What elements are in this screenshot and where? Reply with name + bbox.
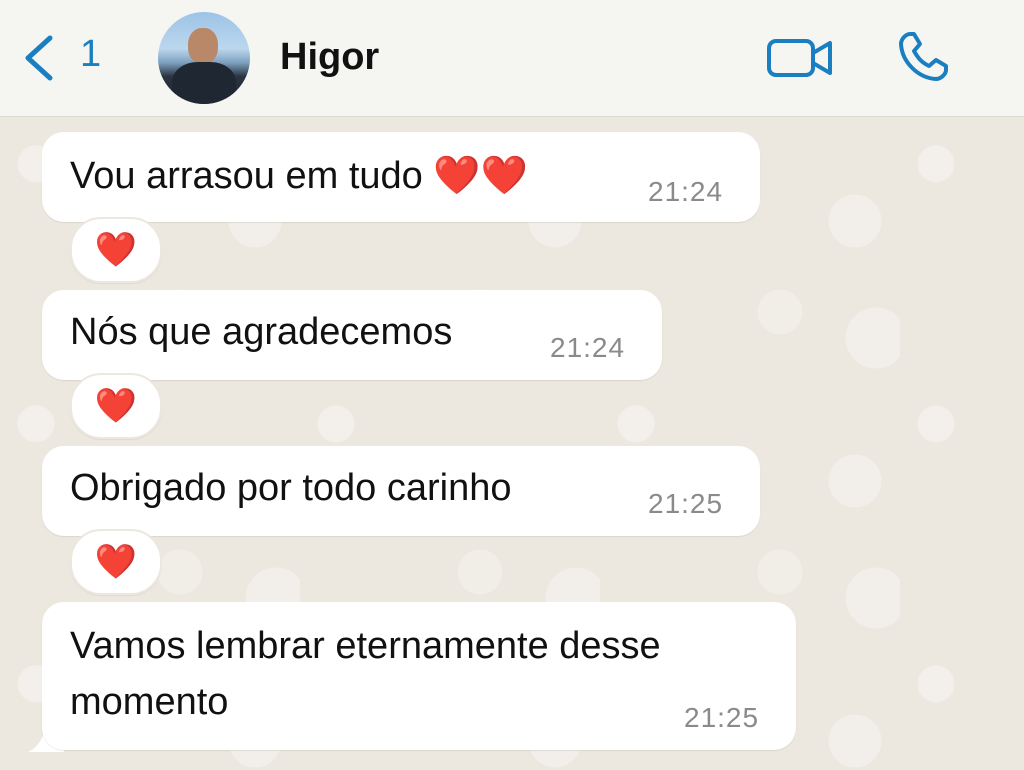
video-call-icon[interactable] (766, 36, 834, 80)
message-text: Nós que agradecemos (70, 311, 453, 353)
heart-reaction[interactable]: ❤️ (70, 217, 162, 283)
heart-reaction[interactable]: ❤️ (70, 529, 162, 595)
message-bubble[interactable]: Obrigado por todo carinho 21:25 (42, 446, 760, 536)
message-time: 21:24 (550, 332, 626, 363)
message-text: Vou arrasou em tudo ❤️❤️ (70, 155, 528, 197)
phone-icon[interactable] (896, 30, 952, 84)
unread-count[interactable]: 1 (80, 33, 101, 76)
heart-reaction[interactable]: ❤️ (70, 373, 162, 439)
message-bubble[interactable]: Vou arrasou em tudo ❤️❤️ 21:24 (42, 132, 760, 222)
chevron-left-icon[interactable] (22, 34, 56, 82)
message-bubble[interactable]: Vamos lembrar eternamente desse momento … (42, 602, 796, 750)
avatar[interactable] (158, 12, 250, 104)
message-time: 21:24 (648, 176, 724, 207)
message-time: 21:25 (648, 488, 724, 519)
message-text-line-1: Vamos lembrar eternamente desse (70, 625, 661, 667)
chat-header: 1 Higor (0, 0, 1024, 117)
message-text: Obrigado por todo carinho (70, 467, 512, 509)
message-text-line-2: momento (70, 681, 229, 723)
message-bubble[interactable]: Nós que agradecemos 21:24 (42, 290, 662, 380)
contact-name[interactable]: Higor (280, 36, 379, 79)
message-time: 21:25 (684, 702, 760, 733)
